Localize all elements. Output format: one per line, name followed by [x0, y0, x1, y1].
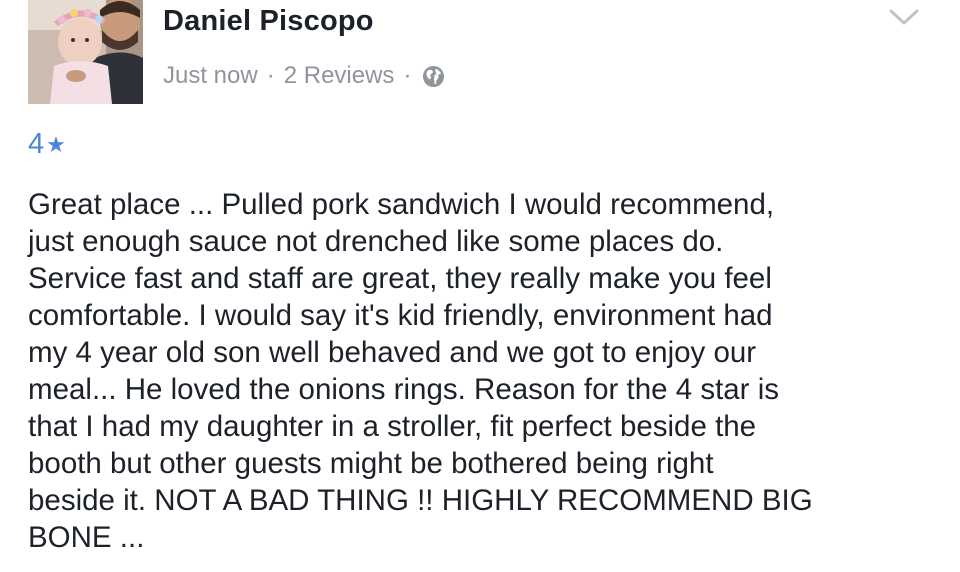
review-line: my 4 year old son well behaved and we go… [28, 336, 757, 369]
meta-separator: · [266, 62, 275, 89]
avatar[interactable] [28, 0, 143, 104]
review-line: beside it. NOT A BAD THING !! HIGHLY REC… [28, 484, 813, 517]
review-line: Service fast and staff are great, they r… [28, 262, 772, 295]
review-line: BONE ... [28, 521, 145, 554]
review-line: just enough sauce not drenched like some… [28, 225, 724, 258]
review-post: Daniel Piscopo Just now · 2 Reviews · 4 … [0, 0, 960, 572]
globe-icon[interactable] [422, 65, 445, 88]
review-line: that I had my daughter in a stroller, fi… [28, 410, 757, 443]
reviews-count[interactable]: 2 Reviews [284, 62, 395, 90]
post-meta: Just now · 2 Reviews · [163, 60, 445, 92]
rating-value: 4 [28, 128, 45, 160]
profile-photo [28, 0, 143, 104]
meta-separator: · [403, 62, 412, 89]
chevron-down-icon[interactable] [888, 7, 920, 27]
author-name[interactable]: Daniel Piscopo [163, 5, 374, 38]
rating-badge: 4 ★ [28, 128, 66, 161]
timestamp[interactable]: Just now [163, 62, 258, 90]
review-text: Great place ... Pulled pork sandwich I w… [28, 186, 928, 556]
star-icon: ★ [46, 131, 66, 157]
review-line: comfortable. I would say it's kid friend… [28, 299, 773, 332]
review-line: meal... He loved the onions rings. Reaso… [28, 373, 779, 406]
review-line: booth but other guests might be bothered… [28, 447, 714, 480]
review-line: Great place ... Pulled pork sandwich I w… [28, 188, 775, 221]
